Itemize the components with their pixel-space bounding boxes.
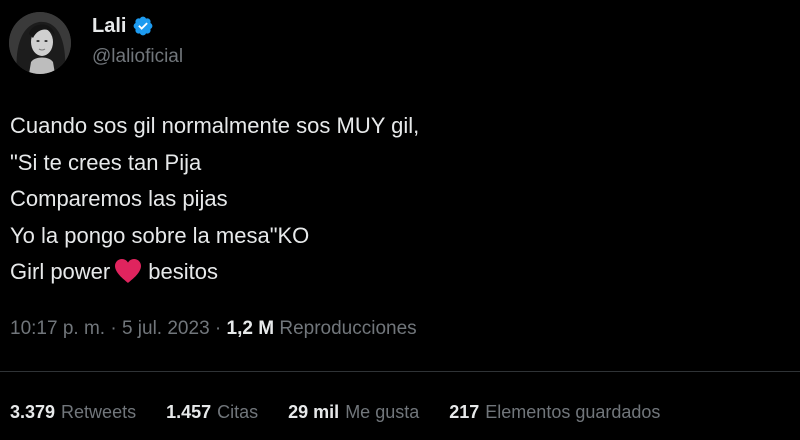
quotes-label: Citas xyxy=(217,402,259,422)
bookmarks-count: 217 xyxy=(449,402,480,422)
tweet-line-5-start: Girl power xyxy=(10,259,111,284)
red-heart-icon xyxy=(114,258,142,284)
tweet-date[interactable]: 5 jul. 2023 xyxy=(122,318,210,339)
retweets-stat[interactable]: 3.379 Retweets xyxy=(10,402,136,423)
tweet-line-5-end: besitos xyxy=(148,259,218,284)
divider xyxy=(0,371,800,372)
retweets-count: 3.379 xyxy=(10,402,56,422)
likes-label: Me gusta xyxy=(345,402,420,422)
verified-badge-icon[interactable] xyxy=(132,15,154,37)
likes-stat[interactable]: 29 mil Me gusta xyxy=(288,402,419,423)
avatar-portrait-icon xyxy=(9,12,71,74)
bookmarks-label: Elementos guardados xyxy=(485,402,661,422)
meta-separator-2: · xyxy=(214,318,222,339)
views-count: 1,2 M xyxy=(226,318,275,339)
tweet-card: Lali @lalioficial Cuando sos gil normalm… xyxy=(0,0,800,440)
tweet-time[interactable]: 10:17 p. m. xyxy=(10,318,105,339)
meta-separator-1: · xyxy=(110,318,117,339)
tweet-text: Cuando sos gil normalmente sos MUY gil, … xyxy=(10,108,419,291)
quotes-stat[interactable]: 1.457 Citas xyxy=(166,402,258,423)
tweet-metadata: 10:17 p. m. · 5 jul. 2023 · 1,2 M Reprod… xyxy=(10,318,417,340)
quotes-count: 1.457 xyxy=(166,402,212,422)
tweet-line-4: Yo la pongo sobre la mesa"KO xyxy=(10,222,310,248)
author-display-name[interactable]: Lali xyxy=(92,15,126,38)
author-name-row[interactable]: Lali xyxy=(92,13,154,39)
tweet-line-1: Cuando sos gil normalmente sos MUY gil, xyxy=(10,113,420,138)
avatar[interactable] xyxy=(9,12,71,74)
engagement-stats: 3.379 Retweets 1.457 Citas 29 mil Me gus… xyxy=(10,402,660,423)
author-handle[interactable]: @lalioficial xyxy=(92,46,183,68)
tweet-line-5: Girl power besitos xyxy=(10,254,419,291)
bookmarks-stat[interactable]: 217 Elementos guardados xyxy=(449,402,660,423)
tweet-line-2: "Si te crees tan Pija xyxy=(10,149,202,175)
tweet-line-3: Comparemos las pijas xyxy=(10,186,228,211)
likes-count: 29 mil xyxy=(288,402,340,422)
views-label: Reproducciones xyxy=(279,318,417,339)
retweets-label: Retweets xyxy=(61,402,137,422)
